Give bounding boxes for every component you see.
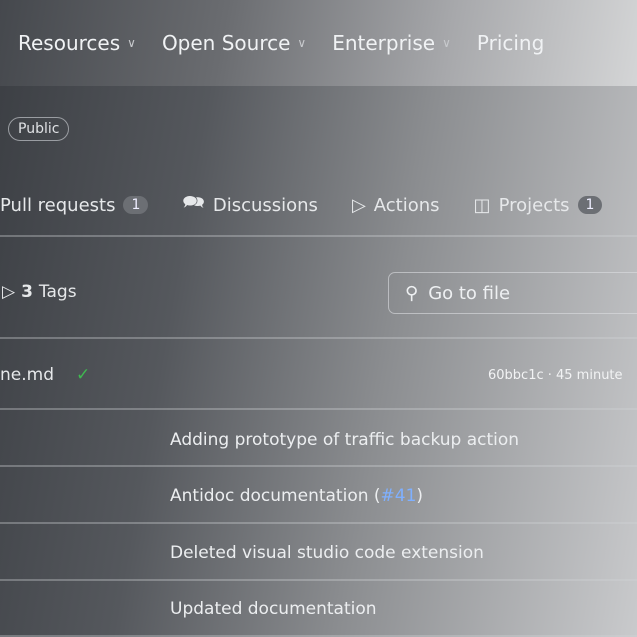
play-icon: ▷ [351,194,366,216]
count-badge: 1 [123,196,149,214]
search-icon: ⚲ [405,282,419,304]
tags-count: 3 [21,282,33,302]
nav-open-source[interactable]: Open Source ∨ [162,31,306,55]
nav-resources[interactable]: Resources ∨ [18,31,136,55]
divider [0,579,637,581]
tag-icon: ▷ [2,282,16,302]
check-icon: ✓ [76,365,91,385]
nav-pricing[interactable]: Pricing [477,31,544,55]
table-icon: ◫ [473,194,491,216]
repo-tabs: Pull requests 1 🗪 Discussions ▷ Actions ◫ Pr… [0,190,636,220]
commit-message[interactable]: Deleted visual studio code extension [170,543,484,563]
commit-message[interactable]: Adding prototype of traffic backup actio… [170,430,519,450]
top-nav: Resources ∨ Open Source ∨ Enterprise ∨ Pric… [0,0,637,86]
divider [0,408,637,410]
commit-text: Antidoc documentation ( [170,486,381,506]
tab-pull-requests[interactable]: Pull requests 1 [0,194,149,216]
go-to-file-input[interactable]: ⚲ Go to file [388,272,637,314]
commit-message[interactable]: Updated documentation [170,599,377,619]
tab-projects[interactable]: ◫ Projects 1 [474,195,603,216]
search-placeholder: Go to file [428,282,511,304]
chevron-down-icon: ∨ [297,36,307,50]
count-badge: 1 [577,196,603,214]
tags-label: Tags [38,282,77,302]
commit-text: ) [416,486,424,506]
nav-label: Pricing [476,31,545,55]
tab-discussions[interactable]: 🗪 Discussions [182,190,318,220]
nav-enterprise[interactable]: Enterprise ∨ [332,31,451,55]
commit-file-name: ne.md [0,365,54,385]
tab-label: Projects [498,194,570,216]
divider [0,337,637,339]
visibility-badge: Public [8,117,70,141]
tab-label: Discussions [212,194,318,216]
tags-link[interactable]: ▷ 3 Tags [2,282,77,302]
tab-actions[interactable]: ▷ Actions [352,195,440,216]
commit-file[interactable]: ne.md ✓ [0,365,90,385]
nav-label: Enterprise [332,31,436,55]
divider [0,465,637,467]
commit-message[interactable]: Antidoc documentation (#41) [170,486,423,506]
discussions-icon: 🗪 [182,192,205,213]
chevron-down-icon: ∨ [442,36,451,50]
divider [0,522,637,524]
tab-label: Pull requests [0,194,116,216]
nav-label: Open Source [161,31,291,55]
commit-hash-time[interactable]: 60bbc1c · 45 minute [488,368,623,383]
tab-label: Actions [373,194,440,216]
chevron-down-icon: ∨ [127,36,136,50]
pr-link[interactable]: #41 [381,486,417,506]
divider [0,235,637,237]
nav-label: Resources [18,31,121,55]
